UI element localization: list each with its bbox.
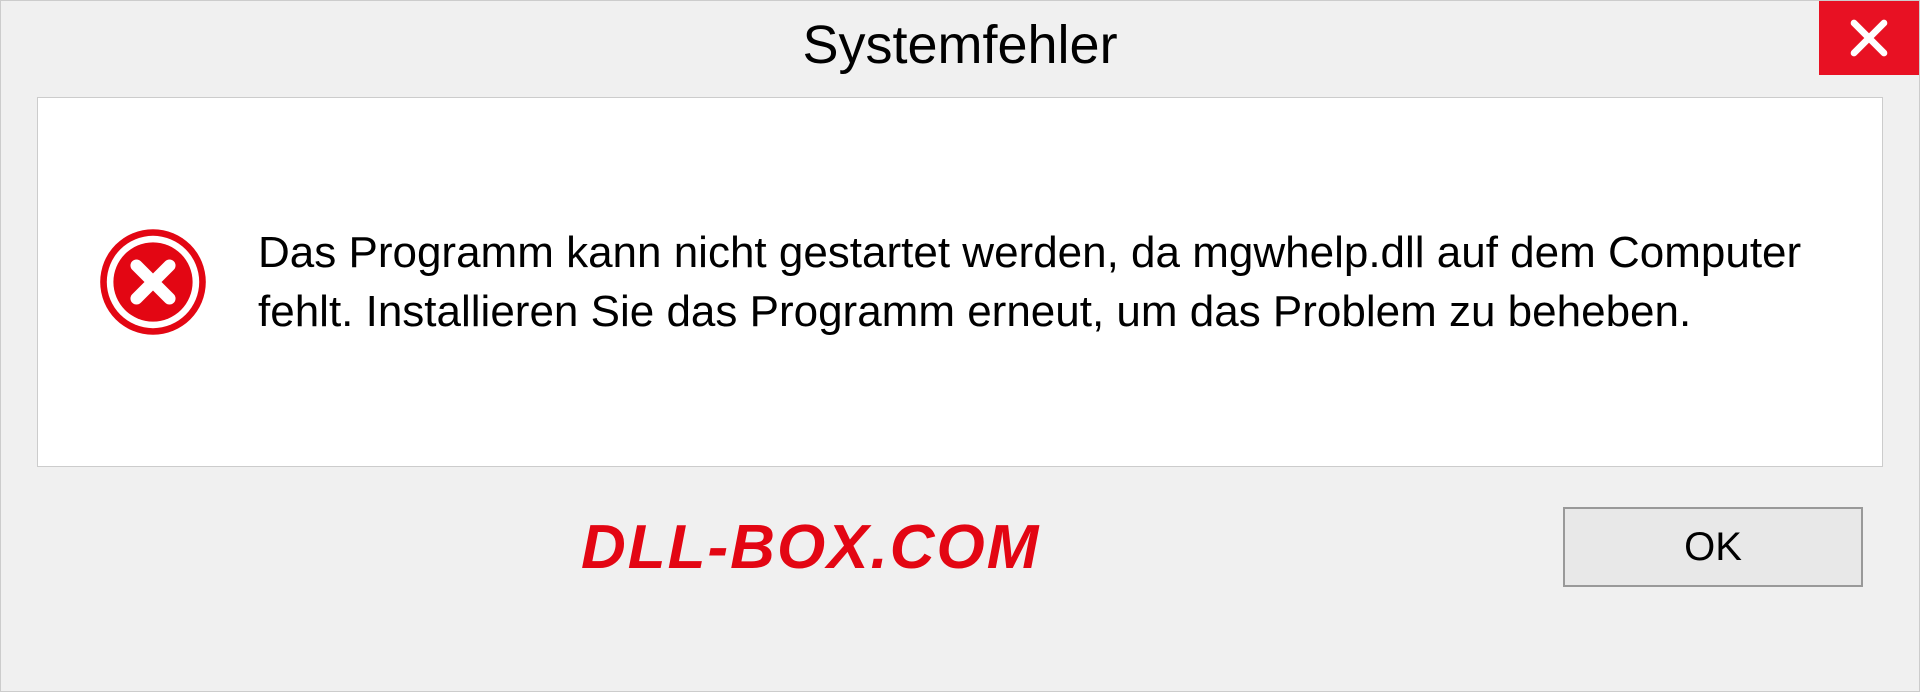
close-button[interactable] [1819,1,1919,75]
close-icon [1849,18,1889,58]
error-message: Das Programm kann nicht gestartet werden… [258,223,1822,342]
content-panel: Das Programm kann nicht gestartet werden… [37,97,1883,467]
error-icon [98,227,208,337]
footer: DLL-BOX.COM OK [1,467,1919,587]
titlebar: Systemfehler [1,1,1919,89]
dialog-title: Systemfehler [802,14,1117,76]
watermark-text: DLL-BOX.COM [581,512,1040,583]
ok-button[interactable]: OK [1563,507,1863,587]
